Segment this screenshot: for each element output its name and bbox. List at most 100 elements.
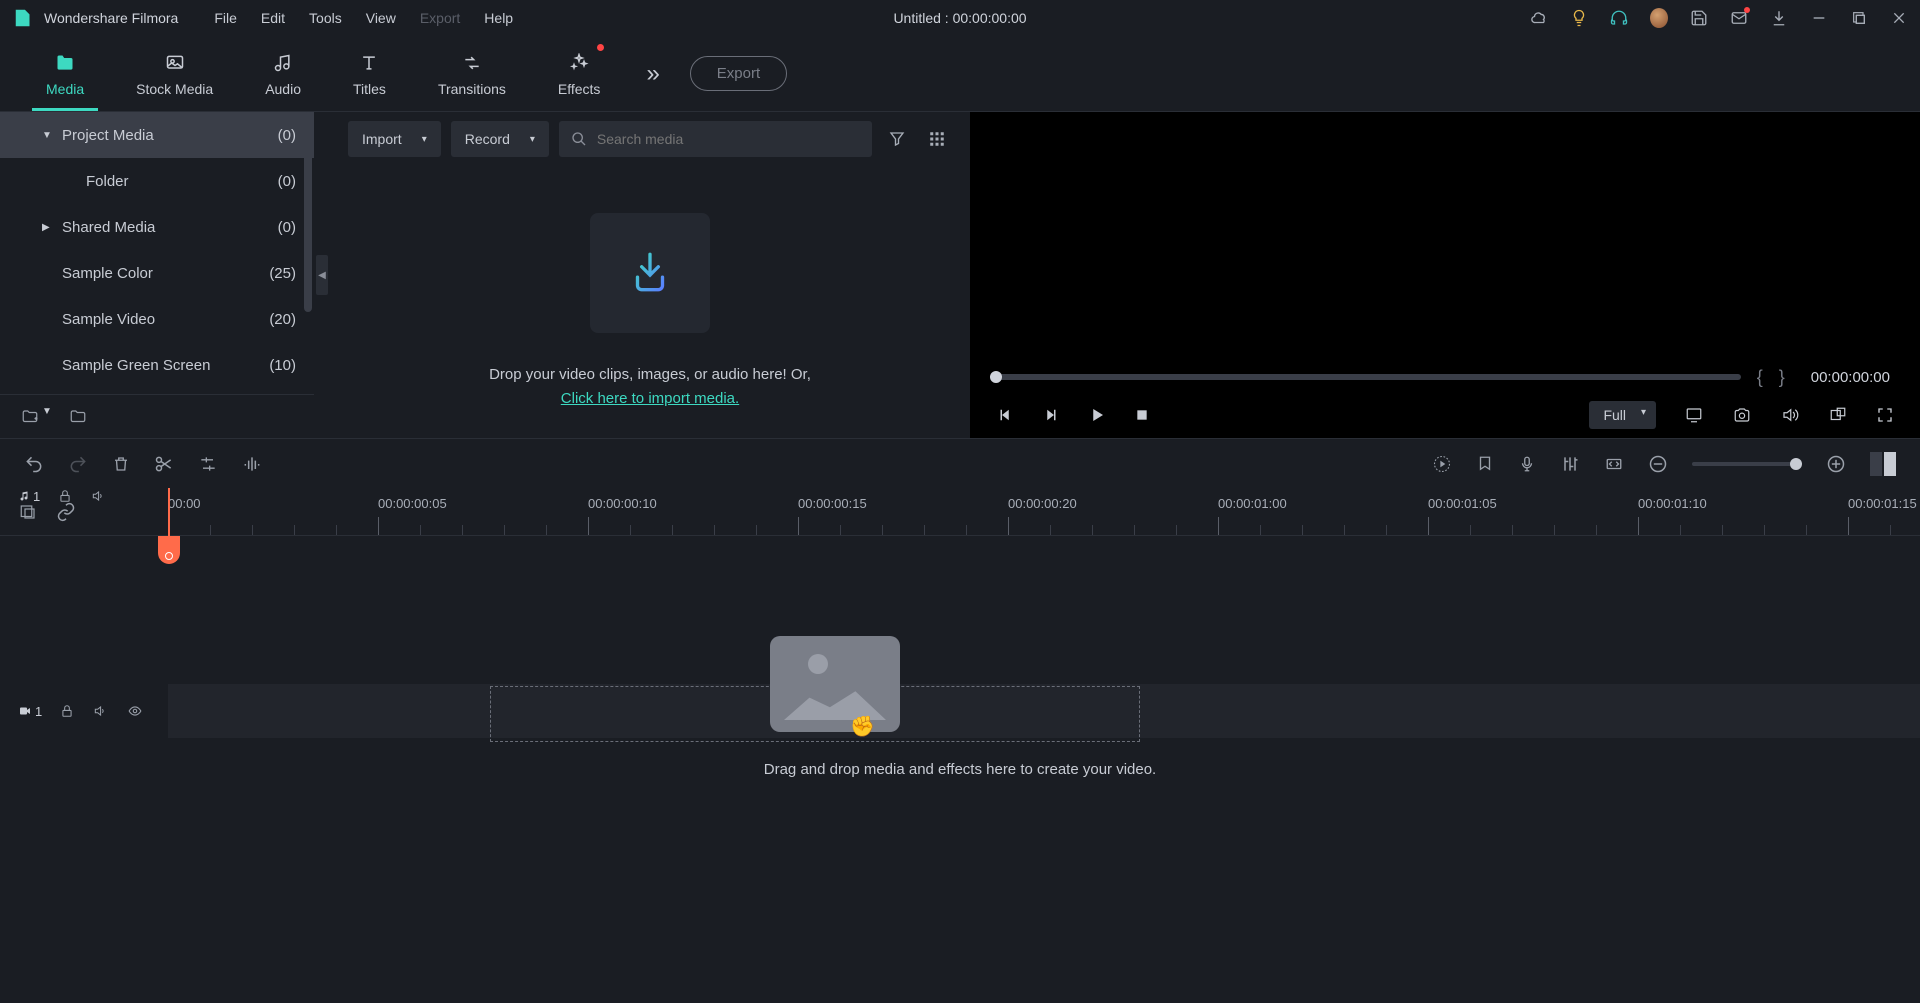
playhead[interactable]	[168, 488, 170, 536]
audio-track-head: 1	[0, 474, 168, 518]
sidebar-item-sample-video[interactable]: Sample Video (20)	[0, 296, 314, 342]
zoom-slider[interactable]	[1692, 462, 1802, 466]
sidebar-item-sample-green[interactable]: Sample Green Screen (10)	[0, 342, 314, 388]
maximize-icon[interactable]	[1850, 9, 1868, 27]
grid-view-icon[interactable]	[922, 130, 952, 148]
stop-icon[interactable]	[1134, 407, 1150, 423]
menu-tools[interactable]: Tools	[309, 10, 342, 26]
filter-icon[interactable]	[882, 130, 912, 148]
import-dropdown[interactable]: Import▾	[348, 121, 441, 157]
search-media-input[interactable]	[597, 131, 860, 147]
chevron-right-icon: ▶	[42, 222, 50, 233]
volume-icon[interactable]	[1780, 406, 1800, 424]
sidebar-scrollbar[interactable]	[304, 112, 312, 312]
visibility-icon[interactable]	[126, 704, 144, 718]
tab-audio[interactable]: Audio	[239, 36, 327, 111]
zoom-in-icon[interactable]	[1826, 454, 1846, 474]
mute-icon[interactable]	[92, 704, 108, 718]
import-media-button[interactable]	[590, 213, 710, 333]
media-drop-zone[interactable]: Drop your video clips, images, or audio …	[330, 166, 970, 438]
image-icon	[164, 51, 186, 75]
grab-cursor-icon: ✊	[850, 714, 875, 739]
lock-icon[interactable]	[58, 488, 72, 504]
sidebar-item-shared-media[interactable]: ▶ Shared Media (0)	[0, 204, 314, 250]
tab-transitions[interactable]: Transitions	[412, 36, 532, 111]
avatar-icon[interactable]	[1650, 9, 1668, 27]
chevron-down-icon: ▼	[42, 130, 52, 141]
new-folder-icon[interactable]	[20, 408, 40, 426]
minimize-icon[interactable]	[1810, 9, 1828, 27]
tab-bar: Media Stock Media Audio Titles Transitio…	[0, 36, 1920, 112]
record-dropdown[interactable]: Record▾	[451, 121, 549, 157]
app-name: Wondershare Filmora	[44, 10, 178, 26]
track-size-toggle[interactable]	[1870, 452, 1896, 476]
mail-icon[interactable]	[1730, 9, 1748, 27]
preview-panel: { } 00:00:00:00 Full	[970, 112, 1920, 438]
lock-icon[interactable]	[60, 703, 74, 719]
search-icon	[571, 131, 587, 147]
audio-edit-icon[interactable]	[242, 454, 262, 474]
notification-dot	[597, 44, 604, 51]
sidebar-collapse: ◀	[314, 112, 330, 438]
menu-edit[interactable]: Edit	[261, 10, 285, 26]
redo-icon[interactable]	[68, 454, 88, 474]
play-icon[interactable]	[1088, 406, 1106, 424]
save-icon[interactable]	[1690, 9, 1708, 27]
folder-outline-icon[interactable]	[68, 408, 88, 426]
split-icon[interactable]	[154, 454, 174, 474]
media-panel: Import▾ Record▾ Drop your video clips, i…	[330, 112, 970, 438]
sidebar-item-project-media[interactable]: ▼ Project Media (0)	[0, 112, 314, 158]
menu-file[interactable]: File	[214, 10, 237, 26]
project-title: Untitled : 00:00:00:00	[893, 10, 1026, 26]
undo-icon[interactable]	[24, 454, 44, 474]
menu-help[interactable]: Help	[484, 10, 513, 26]
tab-media[interactable]: Media	[20, 36, 110, 111]
tab-effects[interactable]: Effects	[532, 36, 627, 111]
voiceover-icon[interactable]	[1518, 454, 1536, 474]
media-toolbar: Import▾ Record▾	[330, 112, 970, 166]
mark-in-icon[interactable]: {	[1757, 367, 1763, 388]
snapshot-icon[interactable]	[1732, 406, 1752, 424]
cloud-icon[interactable]	[1530, 9, 1548, 27]
fullscreen-icon[interactable]	[1876, 406, 1894, 424]
tab-stock-media[interactable]: Stock Media	[110, 36, 239, 111]
zoom-out-icon[interactable]	[1648, 454, 1668, 474]
popout-icon[interactable]	[1828, 406, 1848, 424]
import-media-link[interactable]: Click here to import media.	[561, 390, 739, 407]
crop-icon[interactable]	[198, 454, 218, 474]
close-icon[interactable]	[1890, 9, 1908, 27]
wand-icon	[569, 51, 589, 75]
export-button[interactable]: Export	[690, 56, 787, 91]
audio-mixer-icon[interactable]	[1560, 454, 1580, 474]
headphones-icon[interactable]	[1610, 9, 1628, 27]
search-media-box[interactable]	[559, 121, 872, 157]
audio-track-body[interactable]	[168, 474, 1920, 518]
menu-export[interactable]: Export	[420, 10, 460, 26]
zoom-fit-icon[interactable]	[1604, 455, 1624, 473]
delete-icon[interactable]	[112, 454, 130, 474]
quality-dropdown[interactable]: Full	[1589, 401, 1656, 429]
collapse-left-icon[interactable]: ◀	[316, 255, 328, 295]
transitions-icon	[461, 51, 483, 75]
sidebar-item-sample-color[interactable]: Sample Color (25)	[0, 250, 314, 296]
title-icons	[1530, 9, 1908, 27]
more-tabs-icon[interactable]: »	[646, 60, 659, 88]
tab-titles[interactable]: Titles	[327, 36, 412, 111]
sidebar-item-folder[interactable]: Folder (0)	[0, 158, 314, 204]
timeline-hint-text: Drag and drop media and effects here to …	[764, 761, 1156, 778]
prev-frame-icon[interactable]	[996, 406, 1014, 424]
render-preview-icon[interactable]	[1432, 454, 1452, 474]
marker-icon[interactable]	[1476, 454, 1494, 474]
display-icon[interactable]	[1684, 406, 1704, 424]
scrub-slider[interactable]	[990, 374, 1741, 380]
preview-controls: Full	[970, 392, 1920, 438]
mark-out-icon[interactable]: }	[1779, 367, 1785, 388]
menu-view[interactable]: View	[366, 10, 396, 26]
lightbulb-icon[interactable]	[1570, 9, 1588, 27]
menu-bar: File Edit Tools View Export Help	[214, 10, 513, 26]
download-icon[interactable]	[1770, 9, 1788, 27]
app-logo	[12, 6, 36, 30]
next-frame-icon[interactable]	[1042, 406, 1060, 424]
preview-timecode: 00:00:00:00	[1801, 369, 1900, 386]
mute-icon[interactable]	[90, 489, 106, 503]
